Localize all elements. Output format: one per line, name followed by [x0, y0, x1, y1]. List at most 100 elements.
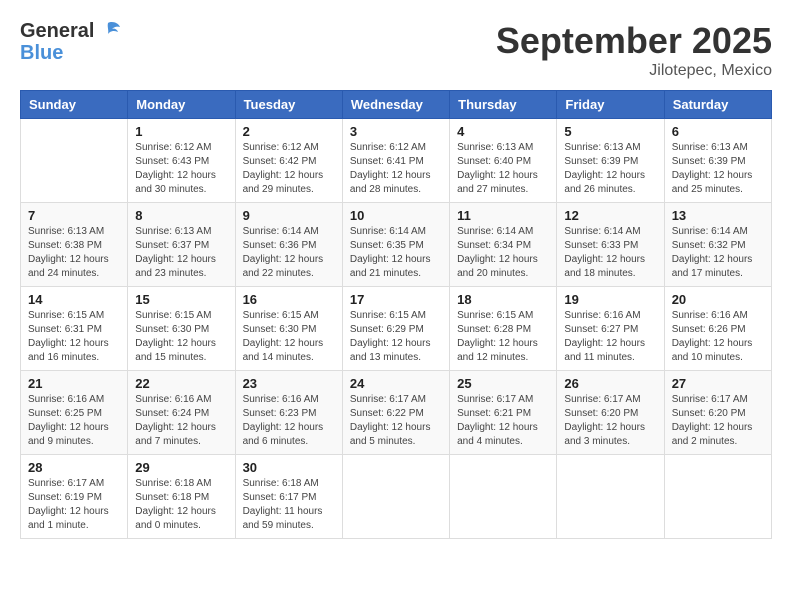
calendar-cell: 6Sunrise: 6:13 AM Sunset: 6:39 PM Daylig…: [664, 119, 771, 203]
day-info: Sunrise: 6:17 AM Sunset: 6:20 PM Dayligh…: [564, 393, 656, 449]
day-number: 27: [672, 376, 764, 391]
calendar-week-row: 1 Sunrise: 6:12 AM Sunset: 6:43 PM Daylig…: [21, 119, 772, 203]
day-info: Sunrise: 6:15 AM Sunset: 6:29 PM Dayligh…: [350, 309, 442, 365]
day-info: Sunrise: 6:15 AM Sunset: 6:31 PM Dayligh…: [28, 309, 120, 365]
day-info: Sunrise: 6:15 AM Sunset: 6:30 PM Dayligh…: [135, 309, 227, 365]
weekday-header-tuesday: Tuesday: [235, 91, 342, 119]
calendar-cell: 29 Sunrise: 6:18 AM Sunset: 6:18 PM Dayli…: [128, 455, 235, 539]
day-info: Sunrise: 6:18 AM Sunset: 6:17 PM Dayligh…: [243, 477, 335, 533]
day-number: 5: [564, 124, 656, 139]
day-number: 21: [28, 376, 120, 391]
calendar-cell: 23Sunrise: 6:16 AM Sunset: 6:23 PM Dayli…: [235, 371, 342, 455]
calendar-cell: 16 Sunrise: 6:15 AM Sunset: 6:30 PM Dayli…: [235, 287, 342, 371]
day-info: Sunrise: 6:13 AM Sunset: 6:38 PM Dayligh…: [28, 225, 120, 281]
day-info: Sunrise: 6:12 AM Sunset: 6:43 PM Dayligh…: [135, 141, 227, 197]
calendar-week-row: 28 Sunrise: 6:17 AM Sunset: 6:19 PM Dayli…: [21, 455, 772, 539]
day-number: 25: [457, 376, 549, 391]
day-number: 22: [135, 376, 227, 391]
day-number: 24: [350, 376, 442, 391]
calendar-cell: [664, 455, 771, 539]
calendar-cell: 28 Sunrise: 6:17 AM Sunset: 6:19 PM Dayli…: [21, 455, 128, 539]
weekday-header-saturday: Saturday: [664, 91, 771, 119]
calendar-cell: 1 Sunrise: 6:12 AM Sunset: 6:43 PM Daylig…: [128, 119, 235, 203]
day-number: 4: [457, 124, 549, 139]
weekday-header-sunday: Sunday: [21, 91, 128, 119]
calendar-cell: [557, 455, 664, 539]
location-title: Jilotepec, Mexico: [496, 62, 772, 80]
calendar-cell: 24 Sunrise: 6:17 AM Sunset: 6:22 PM Dayli…: [342, 371, 449, 455]
day-info: Sunrise: 6:16 AM Sunset: 6:27 PM Dayligh…: [564, 309, 656, 365]
calendar-cell: 15 Sunrise: 6:15 AM Sunset: 6:30 PM Dayli…: [128, 287, 235, 371]
calendar-cell: 19 Sunrise: 6:16 AM Sunset: 6:27 PM Dayli…: [557, 287, 664, 371]
logo-blue-text: Blue: [20, 42, 122, 64]
day-info: Sunrise: 6:13 AM Sunset: 6:40 PM Dayligh…: [457, 141, 549, 197]
day-info: Sunrise: 6:16 AM Sunset: 6:24 PM Dayligh…: [135, 393, 227, 449]
calendar-cell: 11Sunrise: 6:14 AM Sunset: 6:34 PM Dayli…: [450, 203, 557, 287]
calendar-cell: 21Sunrise: 6:16 AM Sunset: 6:25 PM Dayli…: [21, 371, 128, 455]
logo: GeneralBlue: [20, 20, 122, 64]
calendar-cell: 17 Sunrise: 6:15 AM Sunset: 6:29 PM Dayli…: [342, 287, 449, 371]
calendar-week-row: 7 Sunrise: 6:13 AM Sunset: 6:38 PM Daylig…: [21, 203, 772, 287]
day-info: Sunrise: 6:14 AM Sunset: 6:35 PM Dayligh…: [350, 225, 442, 281]
calendar-cell: [450, 455, 557, 539]
day-number: 16: [243, 292, 335, 307]
day-number: 15: [135, 292, 227, 307]
day-info: Sunrise: 6:17 AM Sunset: 6:19 PM Dayligh…: [28, 477, 120, 533]
day-info: Sunrise: 6:17 AM Sunset: 6:20 PM Dayligh…: [672, 393, 764, 449]
day-info: Sunrise: 6:14 AM Sunset: 6:34 PM Dayligh…: [457, 225, 549, 281]
day-number: 14: [28, 292, 120, 307]
day-info: Sunrise: 6:14 AM Sunset: 6:32 PM Dayligh…: [672, 225, 764, 281]
day-number: 17: [350, 292, 442, 307]
day-info: Sunrise: 6:14 AM Sunset: 6:33 PM Dayligh…: [564, 225, 656, 281]
calendar-cell: 5 Sunrise: 6:13 AM Sunset: 6:39 PM Daylig…: [557, 119, 664, 203]
day-info: Sunrise: 6:15 AM Sunset: 6:30 PM Dayligh…: [243, 309, 335, 365]
day-number: 20: [672, 292, 764, 307]
calendar-cell: 2 Sunrise: 6:12 AM Sunset: 6:42 PM Daylig…: [235, 119, 342, 203]
calendar-cell: 30 Sunrise: 6:18 AM Sunset: 6:17 PM Dayli…: [235, 455, 342, 539]
weekday-header-friday: Friday: [557, 91, 664, 119]
page-header: GeneralBlue September 2025 Jilotepec, Me…: [20, 20, 772, 80]
day-info: Sunrise: 6:17 AM Sunset: 6:21 PM Dayligh…: [457, 393, 549, 449]
day-number: 28: [28, 460, 120, 475]
day-info: Sunrise: 6:13 AM Sunset: 6:39 PM Dayligh…: [564, 141, 656, 197]
day-number: 13: [672, 208, 764, 223]
day-info: Sunrise: 6:15 AM Sunset: 6:28 PM Dayligh…: [457, 309, 549, 365]
day-number: 26: [564, 376, 656, 391]
calendar-cell: 4 Sunrise: 6:13 AM Sunset: 6:40 PM Daylig…: [450, 119, 557, 203]
calendar-cell: 22 Sunrise: 6:16 AM Sunset: 6:24 PM Dayli…: [128, 371, 235, 455]
weekday-header-thursday: Thursday: [450, 91, 557, 119]
day-number: 1: [135, 124, 227, 139]
day-number: 12: [564, 208, 656, 223]
day-number: 29: [135, 460, 227, 475]
calendar-cell: 14 Sunrise: 6:15 AM Sunset: 6:31 PM Dayli…: [21, 287, 128, 371]
day-number: 2: [243, 124, 335, 139]
logo-bird-icon: [94, 20, 122, 42]
calendar-cell: 3Sunrise: 6:12 AM Sunset: 6:41 PM Daylig…: [342, 119, 449, 203]
day-info: Sunrise: 6:14 AM Sunset: 6:36 PM Dayligh…: [243, 225, 335, 281]
calendar-cell: 13 Sunrise: 6:14 AM Sunset: 6:32 PM Dayli…: [664, 203, 771, 287]
calendar-cell: 25 Sunrise: 6:17 AM Sunset: 6:21 PM Dayli…: [450, 371, 557, 455]
weekday-header-monday: Monday: [128, 91, 235, 119]
day-info: Sunrise: 6:17 AM Sunset: 6:22 PM Dayligh…: [350, 393, 442, 449]
calendar-week-row: 14 Sunrise: 6:15 AM Sunset: 6:31 PM Dayli…: [21, 287, 772, 371]
calendar-cell: 18Sunrise: 6:15 AM Sunset: 6:28 PM Dayli…: [450, 287, 557, 371]
calendar-cell: [21, 119, 128, 203]
calendar-cell: [342, 455, 449, 539]
day-info: Sunrise: 6:16 AM Sunset: 6:23 PM Dayligh…: [243, 393, 335, 449]
day-number: 10: [350, 208, 442, 223]
logo-general-text: General: [20, 20, 94, 42]
calendar-week-row: 21Sunrise: 6:16 AM Sunset: 6:25 PM Dayli…: [21, 371, 772, 455]
day-number: 30: [243, 460, 335, 475]
day-number: 19: [564, 292, 656, 307]
calendar-title-area: September 2025 Jilotepec, Mexico: [496, 20, 772, 80]
day-info: Sunrise: 6:12 AM Sunset: 6:42 PM Dayligh…: [243, 141, 335, 197]
calendar-cell: 27 Sunrise: 6:17 AM Sunset: 6:20 PM Dayli…: [664, 371, 771, 455]
weekday-header-wednesday: Wednesday: [342, 91, 449, 119]
day-info: Sunrise: 6:16 AM Sunset: 6:26 PM Dayligh…: [672, 309, 764, 365]
day-number: 7: [28, 208, 120, 223]
calendar-cell: 26 Sunrise: 6:17 AM Sunset: 6:20 PM Dayli…: [557, 371, 664, 455]
day-info: Sunrise: 6:18 AM Sunset: 6:18 PM Dayligh…: [135, 477, 227, 533]
day-info: Sunrise: 6:12 AM Sunset: 6:41 PM Dayligh…: [350, 141, 442, 197]
calendar-cell: 12 Sunrise: 6:14 AM Sunset: 6:33 PM Dayli…: [557, 203, 664, 287]
day-info: Sunrise: 6:13 AM Sunset: 6:37 PM Dayligh…: [135, 225, 227, 281]
